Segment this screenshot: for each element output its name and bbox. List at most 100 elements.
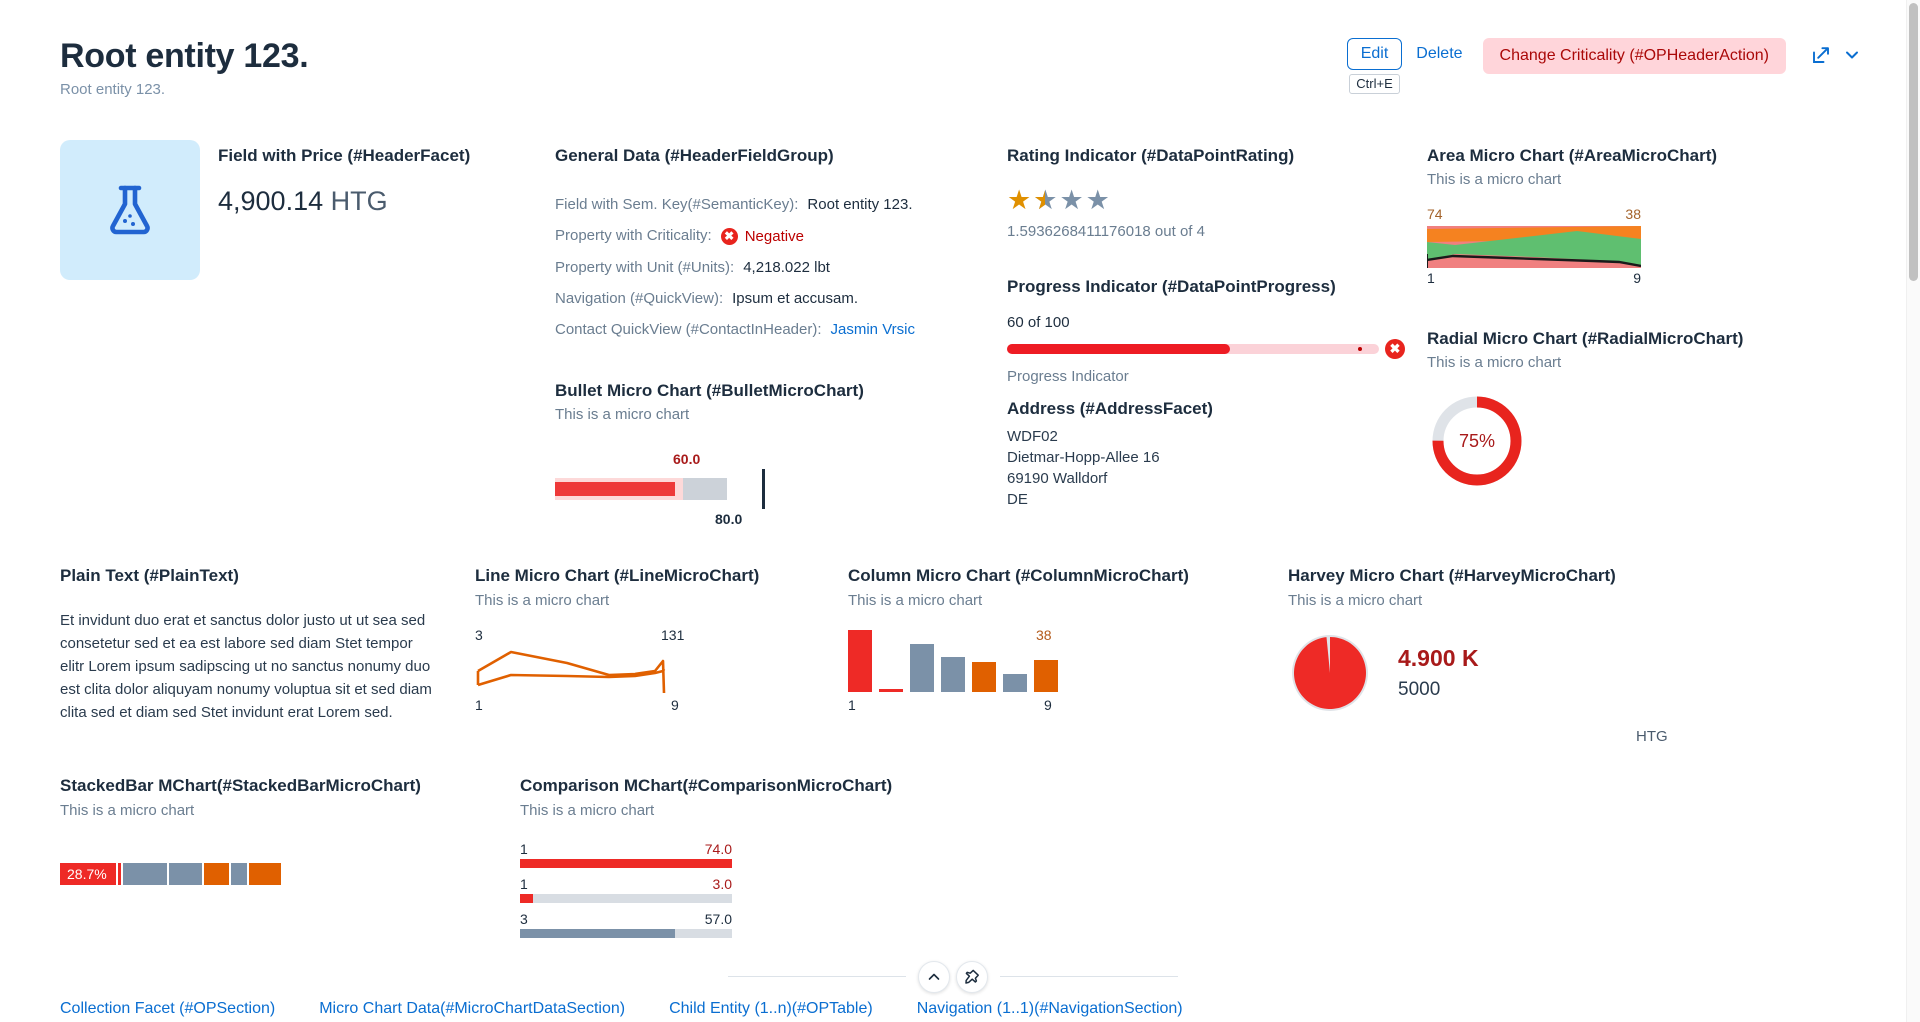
- general-data-facet: General Data (#HeaderFieldGroup) Field w…: [555, 145, 985, 345]
- bullet-micro-chart[interactable]: 60.0 80.0: [555, 451, 775, 527]
- stacked-bar-segment: [204, 863, 229, 885]
- price-facet-title: Field with Price (#HeaderFacet): [218, 146, 471, 165]
- progress-footer-label: Progress Indicator: [1007, 368, 1129, 385]
- divider-left: [728, 976, 906, 977]
- address-line: 69190 Walldorf: [1007, 470, 1108, 487]
- harvey-ball: [1288, 631, 1372, 715]
- comparison-row-fill: [520, 894, 533, 903]
- progress-title: Progress Indicator (#DataPointProgress): [1007, 277, 1336, 296]
- general-data-rows: Field with Sem. Key(#SemanticKey): Root …: [555, 189, 985, 345]
- progress-value-text: 60 of 100: [1007, 314, 1070, 331]
- progress-dot: [1358, 347, 1362, 351]
- stacked-bar-segment: [123, 863, 167, 885]
- edit-shortcut-hint: Ctrl+E: [1349, 74, 1400, 94]
- area-label-bottom-left: 1: [1427, 270, 1435, 286]
- column-bar: [848, 630, 872, 692]
- column-chart-title: Column Micro Chart (#ColumnMicroChart): [848, 566, 1189, 585]
- column-micro-chart-section: Column Micro Chart (#ColumnMicroChart) T…: [848, 565, 1189, 713]
- comparison-row-value: 57.0: [704, 911, 732, 927]
- line-micro-chart[interactable]: 3 131 1 9: [475, 627, 693, 713]
- field-value: 4,218.022 lbt: [743, 258, 830, 276]
- progress-bar-row[interactable]: ✖: [1007, 339, 1407, 359]
- bullet-actual-bar: [555, 482, 675, 496]
- change-criticality-button[interactable]: Change Criticality (#OPHeaderAction): [1482, 38, 1786, 74]
- comparison-row: 1 74.0: [520, 841, 732, 868]
- chevron-down-icon[interactable]: [1838, 38, 1866, 72]
- anchor-item-child-entity[interactable]: Child Entity (1..n)(#OPTable): [669, 1000, 873, 1018]
- field-label: Field with Sem. Key(#SemanticKey):: [555, 196, 799, 213]
- comparison-row-track: [520, 859, 732, 868]
- page-scrollbar[interactable]: [1906, 0, 1920, 1022]
- progress-indicator-facet: Progress Indicator (#DataPointProgress) …: [1007, 276, 1407, 385]
- area-label-top-left: 74: [1427, 206, 1443, 222]
- scrollbar-thumb[interactable]: [1909, 3, 1918, 281]
- line-chart-subtitle: This is a micro chart: [475, 592, 610, 609]
- line-label-top-left: 3: [475, 627, 483, 643]
- column-micro-chart[interactable]: 74 38 1 9: [848, 627, 1063, 713]
- star-icon-2: ★★: [1033, 185, 1058, 215]
- rating-indicator-facet: Rating Indicator (#DataPointRating) ★ ★ ★…: [1007, 145, 1407, 240]
- anchor-item-micro-chart-data[interactable]: Micro Chart Data(#MicroChartDataSection): [319, 1000, 625, 1018]
- criticality-text: Negative: [744, 227, 804, 245]
- general-data-title: General Data (#HeaderFieldGroup): [555, 146, 834, 165]
- area-chart-svg: [1427, 226, 1641, 268]
- bullet-target-label: 80.0: [715, 511, 743, 527]
- field-row: Property with Unit (#Units): 4,218.022 l…: [555, 252, 985, 283]
- address-title: Address (#AddressFacet): [1007, 399, 1213, 418]
- address-lines: WDF02 Dietmar-Hopp-Allee 16 69190 Walldo…: [1007, 426, 1407, 510]
- field-row: Navigation (#QuickView): Ipsum et accusa…: [555, 283, 985, 314]
- comparison-row-name: 1: [520, 876, 528, 892]
- stacked-bar-segment: 28.7%: [60, 863, 117, 885]
- column-bar: [941, 657, 965, 692]
- bullet-actual-label: 60.0: [673, 451, 701, 467]
- bullet-chart-title: Bullet Micro Chart (#BulletMicroChart): [555, 381, 864, 400]
- chevron-up-icon: [928, 973, 940, 980]
- rating-stars[interactable]: ★ ★★ ★ ★: [1007, 187, 1407, 214]
- object-page: Root entity 123. Root entity 123. Edit C…: [0, 0, 1920, 1022]
- image-facet: [60, 140, 200, 280]
- plain-text-body: Et invidunt duo erat et sanctus dolor ju…: [60, 612, 432, 721]
- field-label: Property with Unit (#Units):: [555, 258, 735, 276]
- radial-micro-chart-facet: Radial Micro Chart (#RadialMicroChart) T…: [1427, 328, 1757, 491]
- area-micro-chart[interactable]: 74 38 1 9: [1427, 206, 1641, 286]
- price-amount: 4,900.14: [218, 186, 324, 216]
- column-label-bottom-right: 9: [1044, 697, 1052, 713]
- lab-flask-icon: [110, 185, 150, 235]
- contact-quickview-link[interactable]: Jasmin Vrsic: [831, 314, 915, 345]
- comparison-title: Comparison MChart(#ComparisonMicroChart): [520, 776, 893, 795]
- stacked-bar-micro-chart[interactable]: 28.7%: [60, 863, 520, 885]
- stacked-bar-segment: [249, 863, 281, 885]
- anchor-item-collection-facet[interactable]: Collection Facet (#OPSection): [60, 1000, 275, 1018]
- bullet-micro-chart-facet: Bullet Micro Chart (#BulletMicroChart) T…: [555, 380, 864, 527]
- column-bar: [972, 662, 996, 692]
- stacked-bar-segment: [118, 863, 122, 885]
- column-bar: [1003, 674, 1027, 692]
- stacked-bar-title: StackedBar MChart(#StackedBarMicroChart): [60, 776, 421, 795]
- price-currency: HTG: [330, 186, 388, 216]
- edit-button[interactable]: Edit: [1346, 38, 1403, 70]
- delete-button[interactable]: Delete: [1402, 38, 1476, 70]
- anchor-item-navigation[interactable]: Navigation (1..1)(#NavigationSection): [917, 1000, 1183, 1018]
- comparison-micro-chart[interactable]: 1 74.0 1 3.0 3 57.0: [520, 841, 732, 938]
- radial-chart-subtitle: This is a micro chart: [1427, 354, 1562, 371]
- error-icon: ✖: [1385, 339, 1405, 359]
- comparison-row-head: 1 74.0: [520, 841, 732, 857]
- column-bar: [1034, 660, 1058, 692]
- share-icon[interactable]: [1804, 38, 1838, 72]
- harvey-chart-row[interactable]: 4.900 K 5000: [1288, 631, 1708, 715]
- line-label-bottom-left: 1: [475, 697, 483, 713]
- radial-micro-chart[interactable]: 75%: [1427, 391, 1527, 491]
- column-chart-subtitle: This is a micro chart: [848, 592, 983, 609]
- address-line: WDF02: [1007, 428, 1058, 445]
- progress-fill: [1007, 344, 1231, 354]
- pin-header-button[interactable]: [956, 961, 988, 993]
- bullet-target-marker: [762, 469, 765, 509]
- divider-right: [1000, 976, 1178, 977]
- bullet-chart-subtitle: This is a micro chart: [555, 406, 690, 423]
- stacked-bar-micro-chart-section: StackedBar MChart(#StackedBarMicroChart)…: [60, 775, 520, 885]
- plain-text-section: Plain Text (#PlainText) Et invidunt duo …: [60, 565, 432, 724]
- harvey-ball-svg: [1292, 635, 1368, 711]
- collapse-header-button[interactable]: [918, 961, 950, 993]
- header-action-bar: Edit Ctrl+E Delete Change Criticality (#…: [1346, 38, 1866, 94]
- comparison-row-head: 3 57.0: [520, 911, 732, 927]
